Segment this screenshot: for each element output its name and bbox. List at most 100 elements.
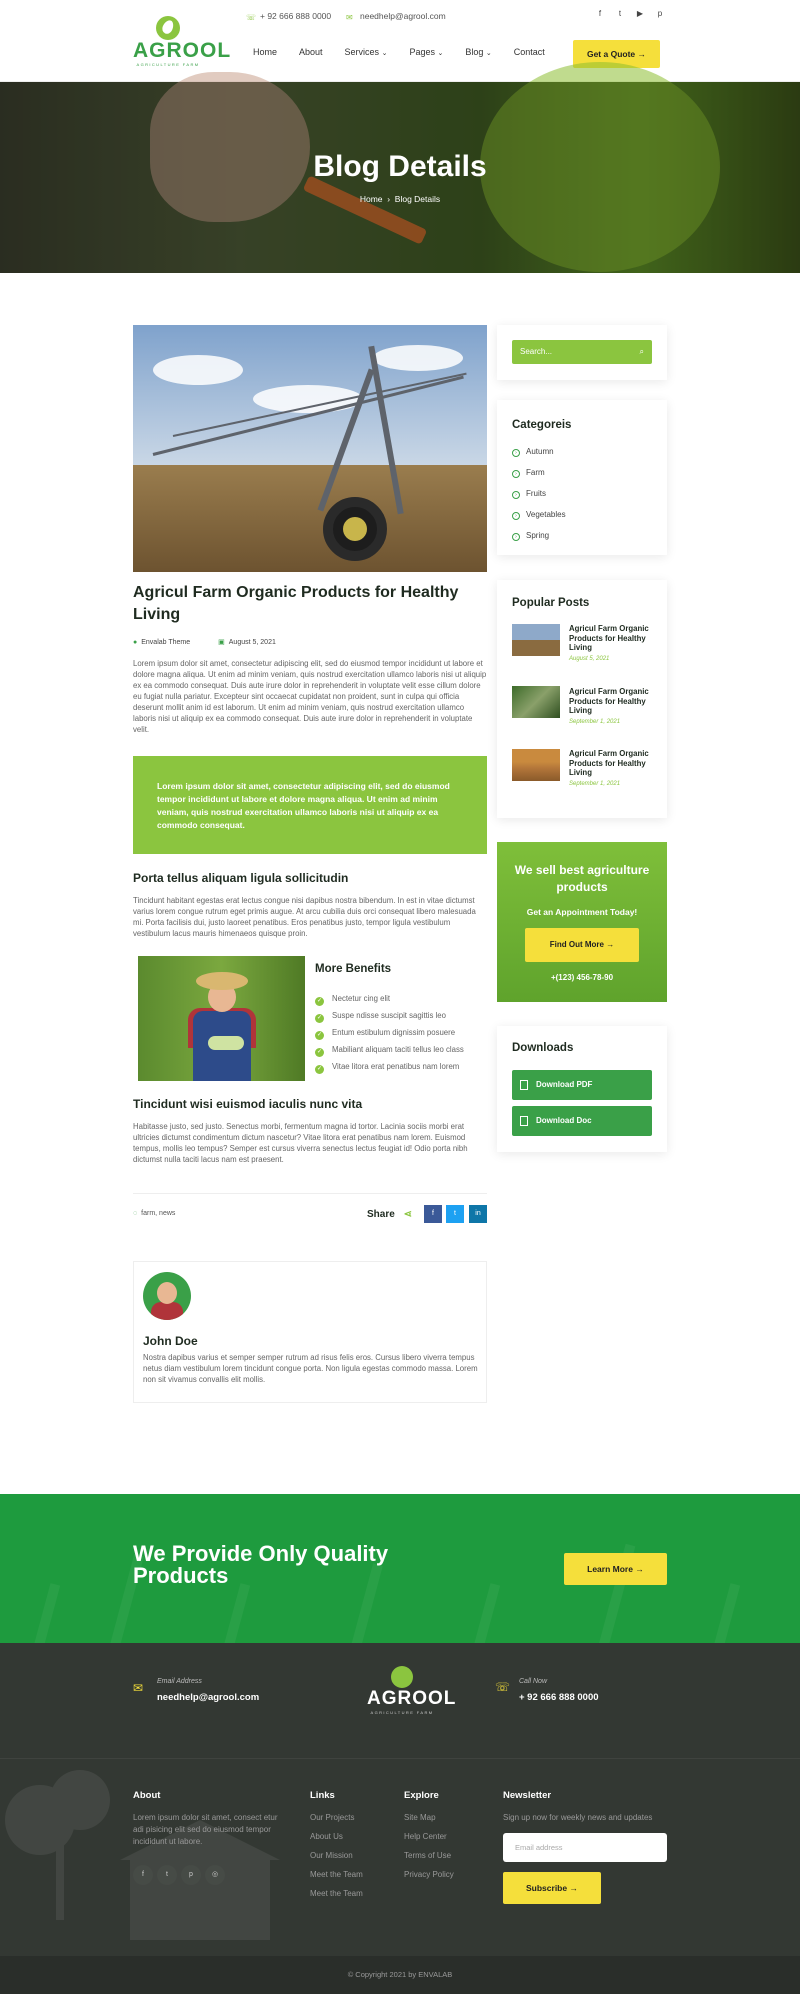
nav-pages[interactable]: Pages ⌄ [409,47,443,57]
category-item[interactable]: › Fruits [512,489,546,499]
header-phone[interactable]: ☏ + 92 666 888 0000 [246,10,331,22]
footer-about-title: About [133,1790,161,1801]
nav-services[interactable]: Services ⌄ [345,47,388,57]
circle-arrow-icon: › [512,491,520,499]
site-logo[interactable]: AGROOL AGRICULTURE FARM [133,16,232,67]
cta-banner: We Provide Only Quality Products Learn M… [0,1494,800,1643]
mail-icon: ✉ [133,1681,144,1695]
footer-link[interactable]: Meet the Team [310,1870,363,1879]
chevron-down-icon: ⌄ [485,50,492,57]
footer-link[interactable]: Privacy Policy [404,1870,454,1879]
popular-post-thumb[interactable] [512,686,560,718]
footer-link[interactable]: Our Projects [310,1813,354,1822]
footer-link[interactable]: Site Map [404,1813,436,1822]
pinterest-icon[interactable]: p [181,1865,201,1885]
share-linkedin-button[interactable]: in [469,1205,487,1223]
footer-link[interactable]: Meet the Team [310,1889,363,1898]
footer-email[interactable]: needhelp@agrool.com [157,1692,259,1703]
arrow-right-icon: → [569,1883,578,1893]
logo-name: AGROOL [133,39,232,62]
cta-title: We Provide Only Quality Products [133,1541,389,1588]
find-out-more-button[interactable]: Find Out More → [525,928,639,962]
newsletter-text: Sign up now for weekly news and updates [503,1813,653,1822]
footer-logo[interactable]: AGROOL AGRICULTURE FARM [367,1666,455,1715]
download-doc-button[interactable]: Download Doc [512,1106,652,1136]
post-author[interactable]: Envalab Theme [141,639,190,646]
arrow-right-icon: → [635,1564,644,1574]
phone-icon: ☏ [246,13,257,22]
category-item[interactable]: › Vegetables [512,510,566,520]
popular-post-title[interactable]: Agricul Farm Organic Products for Health… [569,624,655,653]
benefit-item: ✓ Mabiliant aliquam taciti tellus leo cla… [315,1045,464,1057]
arrow-right-icon: → [606,940,615,949]
newsletter-email-input[interactable]: Email address [503,1833,667,1862]
user-icon: ● [133,639,138,646]
post-tags: ◌ farm, news [133,1210,176,1217]
facebook-icon[interactable]: f [590,9,610,18]
download-pdf-button[interactable]: Download PDF [512,1070,652,1100]
popular-post-date: August 5, 2021 [569,656,610,662]
search-icon: ⌕ [639,347,644,356]
nav-blog[interactable]: Blog ⌄ [465,47,491,57]
calendar-icon: ▣ [218,639,225,646]
nav-home[interactable]: Home [253,47,277,57]
category-item[interactable]: › Farm [512,468,545,478]
farmer-image [138,956,305,1081]
popular-post-title[interactable]: Agricul Farm Organic Products for Health… [569,687,655,716]
nav-contact[interactable]: Contact [514,47,545,57]
footer-link[interactable]: About Us [310,1832,343,1841]
footer-phone[interactable]: + 92 666 888 0000 [519,1692,599,1703]
learn-more-button[interactable]: Learn More → [564,1553,667,1585]
check-icon: ✓ [315,997,324,1006]
twitter-icon[interactable]: t [610,9,630,18]
check-icon: ✓ [315,1031,324,1040]
promo-subtitle: Get an Appointment Today! [526,907,638,917]
downloads-title: Downloads [512,1042,574,1054]
instagram-icon[interactable]: ◎ [205,1865,225,1885]
youtube-icon[interactable]: ▶ [630,9,650,18]
benefit-item: ✓ Entum estibulum dignissim posuere [315,1028,456,1040]
check-icon: ✓ [315,1048,324,1057]
newsletter-title: Newsletter [503,1790,552,1801]
footer-call-label: Call Now [519,1678,548,1685]
share-facebook-button[interactable]: f [424,1205,442,1223]
section-text: Habitasse justo, sed justo. Senectus mor… [133,1122,468,1164]
share-icon: ⋖ [403,1209,412,1220]
popular-post-date: September 1, 2021 [569,719,621,725]
footer-link[interactable]: Help Center [404,1832,447,1841]
check-icon: ✓ [315,1065,324,1074]
post-meta: ● Envalab Theme ▣ August 5, 2021 [133,638,304,646]
promo-phone[interactable]: +(123) 456-78-90 [497,973,667,982]
circle-arrow-icon: › [512,449,520,457]
chevron-down-icon: ⌄ [381,50,388,57]
main-nav: Home About Services ⌄ Pages ⌄ Blog ⌄ Contact [253,47,567,57]
facebook-icon[interactable]: f [133,1865,153,1885]
twitter-icon[interactable]: t [157,1865,177,1885]
category-item[interactable]: › Spring [512,531,549,541]
nav-about[interactable]: About [299,47,323,57]
facebook-icon: f [432,1210,434,1217]
benefit-item: ✓ Suspe ndisse suscipit sagittis leo [315,1011,446,1023]
popular-post-thumb[interactable] [512,624,560,656]
footer-link[interactable]: Our Mission [310,1851,353,1860]
post-quote: Lorem ipsum dolor sit amet, consectetur … [133,756,487,854]
chevron-down-icon: ⌄ [437,50,444,57]
popular-post-title[interactable]: Agricul Farm Organic Products for Health… [569,749,655,778]
breadcrumb: Home › Blog Details [359,194,441,204]
share-twitter-button[interactable]: t [446,1205,464,1223]
header-email[interactable]: ✉ needhelp@agrool.com [346,10,446,22]
category-item[interactable]: › Autumn [512,447,554,457]
footer-link[interactable]: Terms of Use [404,1851,451,1860]
search-input[interactable]: Search... ⌕ [512,340,652,364]
breadcrumb-home[interactable]: Home [360,194,383,204]
popular-post-date: September 1, 2021 [569,781,621,787]
pinterest-icon[interactable]: p [650,9,670,18]
footer-explore-title: Explore [404,1790,439,1801]
header-social: f t ▶ p [590,9,670,18]
page-hero: Blog Details Home › Blog Details [0,62,800,273]
popular-post-thumb[interactable] [512,749,560,781]
avatar [143,1272,191,1320]
subscribe-button[interactable]: Subscribe → [503,1872,601,1904]
section-heading: Porta tellus aliquam ligula sollicitudin [133,871,349,885]
circle-arrow-icon: › [512,470,520,478]
